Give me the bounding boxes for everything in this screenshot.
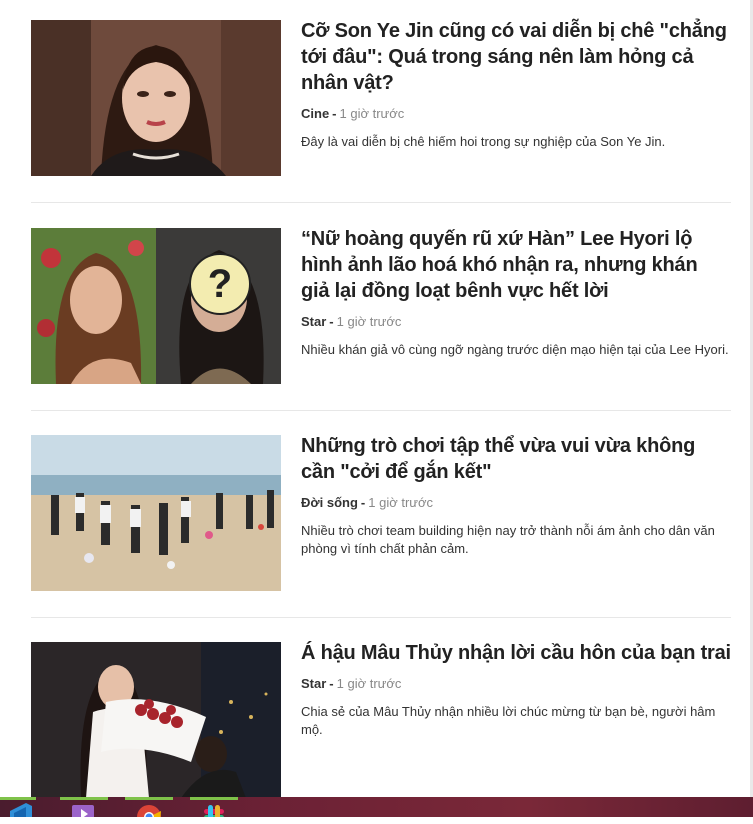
meta-separator: -: [360, 495, 366, 510]
article-time: 1 giờ trước: [336, 676, 402, 691]
thumbnail-image-beach-games: [31, 435, 281, 591]
thumbnail-image-son-ye-jin: [31, 20, 281, 176]
thumbnail-image-mau-thuy-proposal: [31, 642, 281, 798]
article-title[interactable]: Cỡ Son Ye Jin cũng có vai diễn bị chê "c…: [301, 18, 731, 96]
article-time: 1 giờ trước: [336, 314, 402, 329]
article-meta: Star -1 giờ trước: [301, 676, 731, 692]
taskbar-active-indicator: [0, 797, 36, 800]
taskbar-active-indicator: [190, 797, 238, 800]
article-item[interactable]: Những trò chơi tập thể vừa vui vừa không…: [31, 435, 731, 618]
thumbnail-image-lee-hyori: [31, 228, 281, 384]
article-category[interactable]: Cine: [301, 106, 329, 121]
article-time: 1 giờ trước: [368, 495, 434, 510]
taskbar-active-indicator: [60, 797, 108, 800]
chrome-icon[interactable]: [135, 803, 163, 817]
article-time: 1 giờ trước: [339, 106, 405, 121]
article-category[interactable]: Star: [301, 676, 326, 691]
article-summary: Nhiều khán giả vô cùng ngỡ ngàng trước d…: [301, 342, 729, 357]
meta-separator: -: [329, 314, 334, 329]
article-thumbnail[interactable]: [31, 642, 281, 798]
article-summary: Đây là vai diễn bị chê hiếm hoi trong sự…: [301, 134, 666, 149]
slack-icon[interactable]: [200, 803, 228, 817]
vscode-icon[interactable]: [6, 803, 34, 817]
article-title[interactable]: “Nữ hoàng quyến rũ xứ Hàn” Lee Hyori lộ …: [301, 226, 731, 304]
meta-separator: -: [332, 106, 337, 121]
article-thumbnail[interactable]: [31, 435, 281, 591]
article-title[interactable]: Những trò chơi tập thể vừa vui vừa không…: [301, 433, 731, 485]
article-thumbnail[interactable]: ?: [31, 228, 281, 384]
article-category[interactable]: Đời sống: [301, 495, 358, 510]
article-thumbnail[interactable]: [31, 20, 281, 176]
question-mark-icon: ?: [189, 253, 251, 315]
article-summary: Chia sẻ của Mâu Thủy nhận nhiều lời chúc…: [301, 704, 716, 737]
media-player-icon[interactable]: [70, 803, 98, 817]
article-category[interactable]: Star: [301, 314, 326, 329]
article-title[interactable]: Á hậu Mâu Thủy nhận lời cầu hôn của bạn …: [301, 640, 731, 666]
article-meta: Star -1 giờ trước: [301, 314, 731, 330]
meta-separator: -: [329, 676, 334, 691]
article-meta: Đời sống -1 giờ trước: [301, 495, 731, 511]
taskbar-active-indicator: [125, 797, 173, 800]
article-summary: Nhiều trò chơi team building hiện nay tr…: [301, 523, 715, 556]
article-meta: Cine -1 giờ trước: [301, 106, 731, 122]
taskbar: [0, 797, 753, 817]
article-item[interactable]: Cỡ Son Ye Jin cũng có vai diễn bị chê "c…: [31, 20, 731, 203]
article-item[interactable]: ? “Nữ hoàng quyến rũ xứ Hàn” Lee Hyori l…: [31, 228, 731, 411]
